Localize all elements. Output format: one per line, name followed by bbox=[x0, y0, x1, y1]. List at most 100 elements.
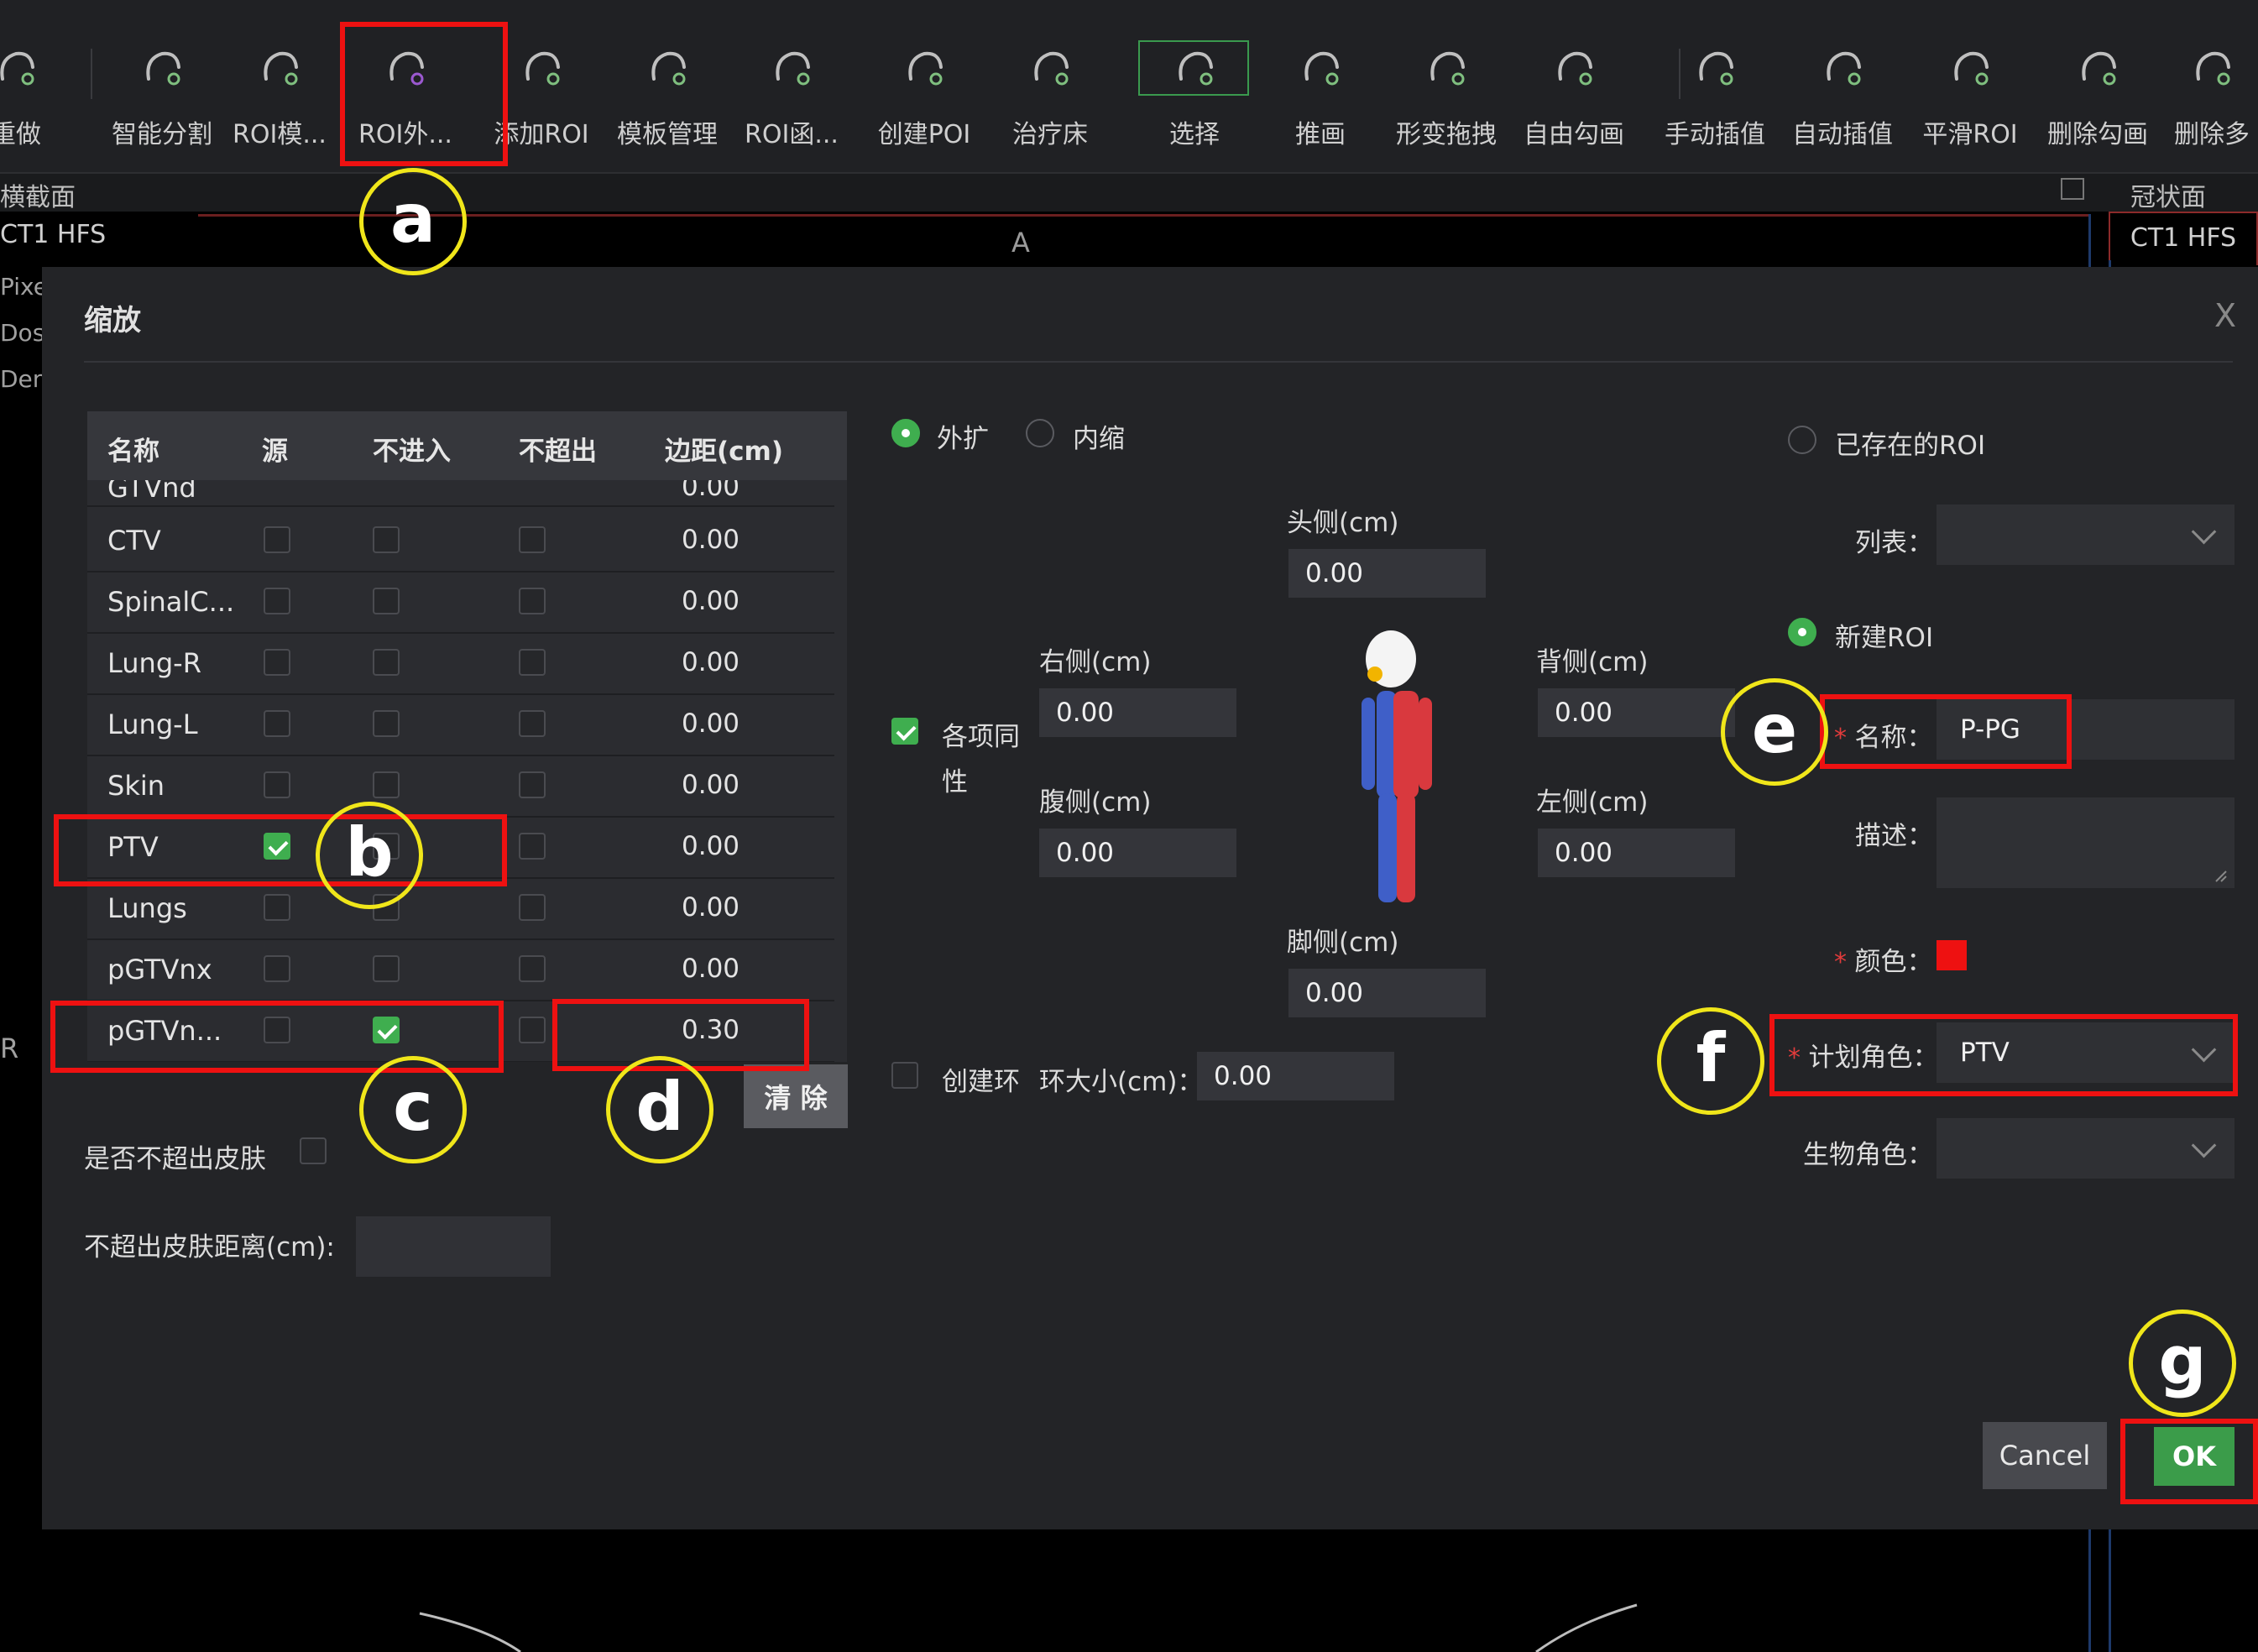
roi-margin[interactable]: 0.00 bbox=[682, 954, 740, 984]
description-textarea[interactable] bbox=[1937, 797, 2234, 888]
toolbar-button-label: 重做 bbox=[0, 120, 41, 149]
toolbar-button-0[interactable]: 重做 bbox=[0, 34, 79, 151]
toolbar-button-15[interactable]: 平滑ROI bbox=[1907, 34, 2033, 151]
roi-list-select[interactable] bbox=[1937, 504, 2234, 565]
annotation-callout-d: d bbox=[606, 1056, 713, 1163]
no-exceed-checkbox[interactable] bbox=[519, 771, 546, 798]
template-manage-icon bbox=[651, 51, 686, 86]
coronal-image-tab[interactable]: CT1 HFS bbox=[2109, 212, 2258, 265]
annotation-box-b bbox=[54, 814, 507, 886]
clear-button[interactable]: 清 除 bbox=[744, 1064, 848, 1128]
table-row[interactable]: Lungs 0.00 bbox=[87, 877, 834, 940]
belly-margin-input[interactable]: 0.00 bbox=[1039, 829, 1236, 877]
toolbar-button-label: 删除多 bbox=[2174, 120, 2250, 149]
smart-segment-icon bbox=[146, 51, 180, 86]
roi-template-icon bbox=[264, 51, 298, 86]
auto-interp-icon bbox=[1827, 51, 1861, 86]
skin-no-exceed-checkbox[interactable] bbox=[300, 1137, 327, 1164]
no-enter-checkbox[interactable] bbox=[373, 588, 400, 614]
toolbar-button-8[interactable]: 治疗床 bbox=[987, 34, 1113, 151]
source-checkbox[interactable] bbox=[264, 771, 290, 798]
no-exceed-checkbox[interactable] bbox=[519, 1017, 546, 1043]
shrink-radio[interactable] bbox=[1026, 419, 1054, 447]
no-exceed-checkbox[interactable] bbox=[519, 588, 546, 614]
no-exceed-checkbox[interactable] bbox=[519, 955, 546, 982]
toolbar-button-12[interactable]: 自由勾画 bbox=[1511, 34, 1637, 151]
no-exceed-checkbox[interactable] bbox=[519, 894, 546, 921]
toolbar-button-17[interactable]: 删除多 bbox=[2149, 34, 2258, 151]
toolbar-separator bbox=[91, 49, 92, 99]
table-row-partial[interactable]: GTVnd 0.00 bbox=[87, 480, 834, 507]
maximize-icon[interactable] bbox=[2061, 178, 2084, 200]
no-exceed-checkbox[interactable] bbox=[519, 710, 546, 737]
source-checkbox[interactable] bbox=[264, 526, 290, 553]
toolbar-button-9[interactable]: 选择 bbox=[1132, 34, 1257, 151]
right-margin-input[interactable]: 0.00 bbox=[1039, 688, 1236, 737]
table-row[interactable]: pGTVnx 0.00 bbox=[87, 938, 834, 1001]
close-icon[interactable]: X bbox=[2214, 297, 2236, 334]
skin-distance-input[interactable] bbox=[356, 1216, 551, 1277]
expand-radio[interactable] bbox=[891, 419, 920, 447]
new-roi-radio[interactable] bbox=[1788, 618, 1816, 646]
create-ring-checkbox[interactable] bbox=[891, 1062, 918, 1089]
roi-margin[interactable]: 0.00 bbox=[682, 708, 740, 739]
source-checkbox[interactable] bbox=[264, 710, 290, 737]
toolbar-button-2[interactable]: ROI模... bbox=[217, 34, 342, 151]
foot-margin-input[interactable]: 0.00 bbox=[1288, 969, 1486, 1017]
roi-margin[interactable]: 0.00 bbox=[682, 647, 740, 677]
cancel-button[interactable]: Cancel bbox=[1983, 1422, 2107, 1489]
uniform-checkbox[interactable] bbox=[891, 718, 918, 745]
source-checkbox[interactable] bbox=[264, 894, 290, 921]
toolbar-button-14[interactable]: 自动插值 bbox=[1780, 34, 1905, 151]
toolbar-button-10[interactable]: 推画 bbox=[1257, 34, 1383, 151]
roi-name: SpinalC... bbox=[107, 586, 235, 618]
resize-handle-icon[interactable] bbox=[2213, 868, 2228, 883]
no-exceed-checkbox[interactable] bbox=[519, 833, 546, 860]
roi-margin[interactable]: 0.00 bbox=[682, 586, 740, 616]
axial-image-tab[interactable]: CT1 HFS bbox=[0, 220, 106, 249]
left-margin-input[interactable]: 0.00 bbox=[1538, 829, 1735, 877]
toolbar-button-13[interactable]: 手动插值 bbox=[1652, 34, 1778, 151]
table-row[interactable]: Skin 0.00 bbox=[87, 755, 834, 818]
back-margin-input[interactable]: 0.00 bbox=[1538, 688, 1735, 737]
description-label: 描述： bbox=[1855, 821, 1933, 851]
no-enter-checkbox[interactable] bbox=[373, 649, 400, 676]
no-enter-checkbox[interactable] bbox=[373, 710, 400, 737]
annotation-box-f bbox=[1769, 1014, 2238, 1096]
uniform-label-wrap: 性 bbox=[942, 767, 968, 797]
roi-margin[interactable]: 0.00 bbox=[682, 831, 740, 861]
table-row[interactable]: Lung-L 0.00 bbox=[87, 693, 834, 756]
dialog-title: 缩放 bbox=[84, 304, 141, 337]
ring-size-input[interactable]: 0.00 bbox=[1197, 1052, 1394, 1100]
table-row[interactable]: Lung-R 0.00 bbox=[87, 632, 834, 695]
toolbar-button-6[interactable]: ROI函... bbox=[729, 34, 855, 151]
no-exceed-checkbox[interactable] bbox=[519, 649, 546, 676]
table-row[interactable]: CTV 0.00 bbox=[87, 510, 834, 572]
roi-margin[interactable]: 0.00 bbox=[682, 770, 740, 800]
roi-color-swatch[interactable] bbox=[1937, 940, 1967, 970]
uniform-label: 各项同 bbox=[942, 722, 1020, 752]
source-checkbox[interactable] bbox=[264, 955, 290, 982]
head-margin-input[interactable]: 0.00 bbox=[1288, 549, 1486, 598]
existing-roi-radio[interactable] bbox=[1788, 426, 1816, 454]
toolbar-button-11[interactable]: 形变拖拽 bbox=[1383, 34, 1509, 151]
roi-margin[interactable]: 0.00 bbox=[682, 480, 740, 502]
bio-role-select[interactable] bbox=[1937, 1118, 2234, 1179]
annotation-callout-b: b bbox=[316, 802, 423, 909]
no-enter-checkbox[interactable] bbox=[373, 771, 400, 798]
source-checkbox[interactable] bbox=[264, 649, 290, 676]
toolbar-button-7[interactable]: 创建POI bbox=[861, 34, 987, 151]
skin-distance-label: 不超出皮肤距离(cm): bbox=[84, 1232, 335, 1263]
roi-margin[interactable]: 0.00 bbox=[682, 892, 740, 923]
no-enter-checkbox[interactable] bbox=[373, 526, 400, 553]
anterior-orientation-label: A bbox=[1011, 227, 1030, 259]
no-exceed-checkbox[interactable] bbox=[519, 526, 546, 553]
table-row[interactable]: SpinalC... 0.00 bbox=[87, 571, 834, 634]
manual-interp-icon bbox=[1699, 51, 1733, 86]
source-checkbox[interactable] bbox=[264, 588, 290, 614]
no-enter-checkbox[interactable] bbox=[373, 955, 400, 982]
chevron-down-icon bbox=[2191, 1132, 2217, 1158]
roi-margin[interactable]: 0.00 bbox=[682, 525, 740, 555]
roi-table-header: 名称 源 不进入 不超出 边距(cm) bbox=[87, 411, 847, 480]
annotation-box-g bbox=[2120, 1419, 2258, 1504]
